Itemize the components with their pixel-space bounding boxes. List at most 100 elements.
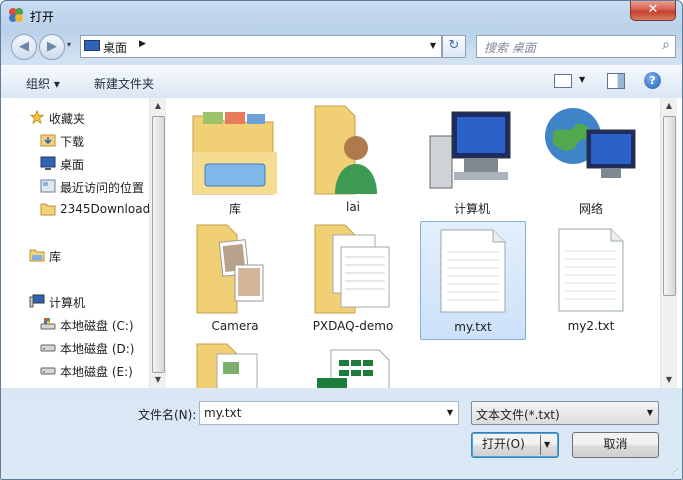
- desktop-icon: [40, 156, 56, 170]
- scrollbar-thumb[interactable]: [663, 116, 676, 296]
- sidebar-item-downloads[interactable]: 下载: [40, 132, 150, 150]
- sidebar-item-label: 计算机: [49, 296, 86, 310]
- navigation-bar: ◀ ▶ ▾ 桌面 ▶ ▼ ↻ 搜索 桌面 ⌕: [1, 32, 682, 62]
- change-view-icon[interactable]: [554, 74, 572, 88]
- file-type-select[interactable]: 文本文件(*.txt) ▼: [471, 401, 659, 425]
- sidebar-item-label: 库: [49, 250, 62, 264]
- sidebar-item-computer[interactable]: 计算机: [29, 293, 149, 311]
- sidebar-item-drive-d[interactable]: 本地磁盘 (D:): [40, 339, 150, 357]
- sidebar-item-label: 下载: [60, 135, 85, 149]
- sidebar-item-label: 2345Downloads: [60, 202, 150, 216]
- sidebar-item-label: 收藏夹: [49, 112, 86, 126]
- file-item-label: my.txt: [454, 320, 492, 334]
- file-item-libraries[interactable]: 库: [183, 102, 287, 219]
- file-item-label: 库: [228, 202, 241, 216]
- filename-input[interactable]: my.txt ▼: [199, 401, 459, 425]
- text-file-icon: [440, 229, 506, 313]
- system-drive-icon: [40, 318, 56, 330]
- split-divider: [540, 435, 541, 455]
- breadcrumb-arrow-icon[interactable]: ▶: [139, 39, 146, 49]
- back-button[interactable]: ◀: [11, 34, 37, 60]
- document-folder-icon: [314, 224, 390, 314]
- sidebar-item-desktop[interactable]: 桌面: [40, 155, 150, 173]
- filename-value[interactable]: my.txt: [204, 406, 241, 420]
- folder-icon: [196, 343, 258, 388]
- file-item-label: my2.txt: [567, 319, 615, 333]
- sidebar-item-label: 桌面: [60, 158, 85, 172]
- scroll-up-icon[interactable]: ▲: [150, 98, 166, 114]
- search-placeholder: 搜索 桌面: [484, 41, 536, 55]
- sidebar-item-label: 本地磁盘 (D:): [60, 342, 135, 356]
- file-item-spreadsheet[interactable]: [301, 340, 405, 388]
- filename-label: 文件名(N):: [138, 408, 197, 422]
- navigation-pane: 收藏夹 下载 桌面 最近访问的位置 2345Downloads 库 计算机 本地…: [1, 98, 166, 388]
- folder-icon: [40, 203, 56, 216]
- recent-places-icon: [40, 179, 56, 193]
- file-type-dropdown-icon[interactable]: ▼: [647, 408, 653, 417]
- sidebar-item-libraries[interactable]: 库: [29, 247, 149, 265]
- file-item-label: 计算机: [453, 202, 490, 216]
- open-button[interactable]: 打开(O) ▼: [471, 432, 559, 458]
- window-title: 打开: [30, 10, 55, 24]
- view-options-dropdown[interactable]: ▼: [579, 75, 585, 84]
- scrollbar-thumb[interactable]: [152, 116, 165, 373]
- close-button[interactable]: ✕: [630, 1, 676, 21]
- desktop-icon: [84, 40, 100, 51]
- network-icon: [545, 108, 636, 178]
- file-item-label: lai: [345, 200, 361, 214]
- sidebar-item-2345downloads[interactable]: 2345Downloads: [40, 201, 150, 219]
- address-bar[interactable]: 桌面 ▶ ▼: [80, 35, 442, 58]
- cancel-button[interactable]: 取消: [572, 432, 659, 458]
- scroll-up-icon[interactable]: ▲: [661, 98, 677, 114]
- dialog-footer: 文件名(N): my.txt ▼ 文本文件(*.txt) ▼ 打开(O) ▼ 取…: [1, 389, 682, 479]
- computer-icon: [429, 111, 511, 189]
- file-item-label: PXDAQ-demo: [312, 319, 394, 333]
- open-button-label: 打开(O): [482, 437, 525, 451]
- library-icon: [29, 249, 45, 262]
- title-bar[interactable]: 打开 ✕: [1, 1, 682, 29]
- file-list-scrollbar[interactable]: ▲ ▼: [660, 98, 677, 388]
- open-dialog: 打开 ✕ ◀ ▶ ▾ 桌面 ▶ ▼ ↻ 搜索 桌面 ⌕ 组织 ▾ 新建文件夹 ▼…: [0, 0, 683, 480]
- photo-folder-icon: [196, 224, 264, 314]
- file-item-pxdaq-demo[interactable]: PXDAQ-demo: [301, 221, 405, 338]
- address-dropdown-icon[interactable]: ▼: [430, 41, 436, 50]
- navigation-scrollbar[interactable]: ▲ ▼: [149, 98, 166, 388]
- file-item-label: Camera: [211, 319, 259, 333]
- download-folder-icon: [40, 134, 56, 147]
- file-item-my-txt[interactable]: my.txt: [420, 221, 526, 340]
- forward-button[interactable]: ▶: [39, 34, 65, 60]
- organize-menu[interactable]: 组织 ▾: [26, 75, 60, 92]
- preview-pane-icon[interactable]: [607, 73, 625, 89]
- star-icon: [29, 110, 45, 124]
- command-bar: 组织 ▾ 新建文件夹 ▼ ?: [1, 65, 682, 99]
- breadcrumb-desktop[interactable]: 桌面: [103, 39, 127, 56]
- filename-dropdown-icon[interactable]: ▼: [447, 408, 453, 417]
- app-icon: [9, 8, 23, 22]
- sidebar-item-label: 最近访问的位置: [60, 181, 145, 195]
- file-item-computer[interactable]: 计算机: [420, 102, 524, 219]
- resize-grip-icon[interactable]: ⋰: [671, 467, 679, 476]
- help-icon[interactable]: ?: [644, 72, 661, 89]
- search-box[interactable]: 搜索 桌面 ⌕: [476, 35, 676, 58]
- file-item-lai[interactable]: lai: [301, 102, 405, 219]
- file-item-network[interactable]: 网络: [539, 102, 643, 219]
- file-item-label: 网络: [578, 202, 603, 216]
- file-item-my2-txt[interactable]: my2.txt: [539, 221, 643, 338]
- file-type-value: 文本文件(*.txt): [476, 408, 560, 422]
- content-area: 收藏夹 下载 桌面 最近访问的位置 2345Downloads 库 计算机 本地…: [1, 98, 682, 388]
- sidebar-item-recent[interactable]: 最近访问的位置: [40, 178, 150, 196]
- scroll-down-icon[interactable]: ▼: [661, 372, 677, 388]
- new-folder-button[interactable]: 新建文件夹: [94, 75, 154, 92]
- file-item-folder[interactable]: [183, 340, 287, 388]
- sidebar-item-drive-e[interactable]: 本地磁盘 (E:): [40, 362, 150, 380]
- sidebar-item-drive-c[interactable]: 本地磁盘 (C:): [40, 316, 150, 334]
- search-icon[interactable]: ⌕: [662, 37, 670, 53]
- scroll-down-icon[interactable]: ▼: [150, 372, 166, 388]
- refresh-button[interactable]: ↻: [442, 35, 466, 58]
- file-item-camera[interactable]: Camera: [183, 221, 287, 338]
- open-options-dropdown-icon[interactable]: ▼: [544, 433, 550, 456]
- sidebar-item-favorites[interactable]: 收藏夹: [29, 109, 149, 127]
- user-folder-icon: [314, 105, 377, 195]
- computer-icon: [29, 294, 45, 308]
- recent-pages-dropdown[interactable]: ▾: [67, 40, 71, 49]
